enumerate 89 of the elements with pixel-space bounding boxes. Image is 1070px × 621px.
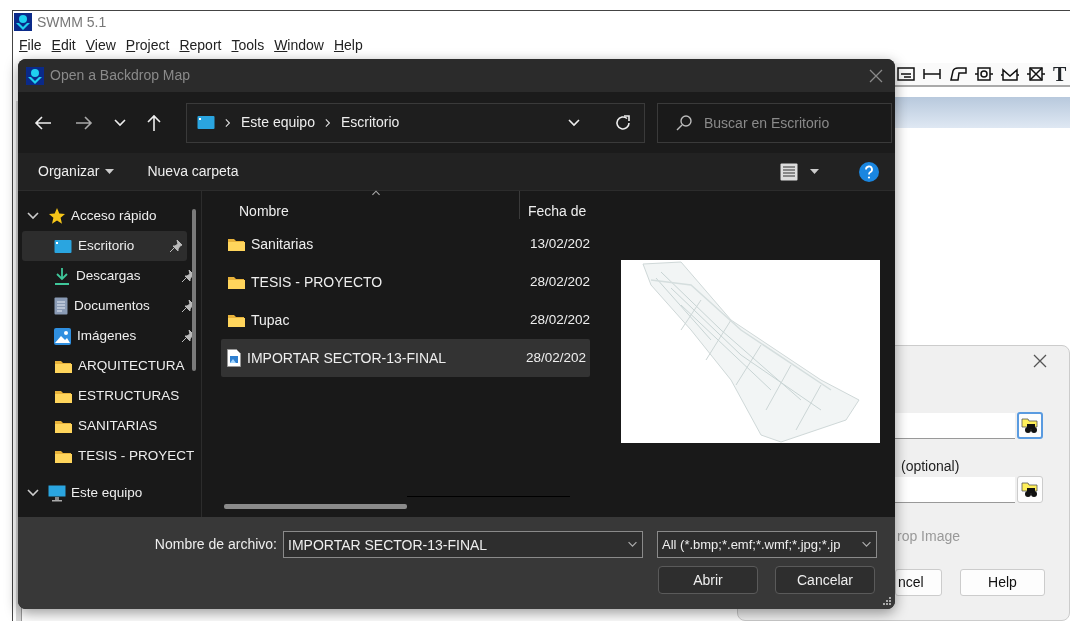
file-date: 13/02/202 <box>529 234 590 253</box>
column-header[interactable]: Nombre <box>239 200 528 222</box>
image-icon <box>54 327 71 345</box>
caret-icon <box>810 169 819 174</box>
file-date: 28/02/202 <box>526 348 587 367</box>
text-tool-button[interactable]: T <box>1053 64 1067 84</box>
help-icon[interactable] <box>859 161 879 182</box>
folder-binoculars-icon <box>1021 481 1039 498</box>
browse-button[interactable] <box>1017 412 1043 439</box>
nav-item[interactable]: ARQUITECTURA <box>22 351 199 381</box>
search-field[interactable]: Buscar en Escritorio <box>704 104 891 141</box>
file-date: 28/02/202 <box>529 272 590 291</box>
menu-item[interactable]: Tools <box>231 34 265 56</box>
menu-item[interactable]: File <box>19 34 42 56</box>
back-arrow-icon[interactable] <box>34 114 52 131</box>
file-name: Tupac <box>251 310 291 330</box>
search-box[interactable]: Buscar en Escritorio <box>657 102 892 143</box>
nav-item[interactable]: TESIS - PROYECT <box>22 441 199 471</box>
forward-arrow-icon[interactable] <box>75 114 93 131</box>
file-date: 28/02/202 <box>529 310 590 329</box>
app-logo-icon <box>26 66 44 85</box>
menu-item[interactable]: Report <box>179 34 222 56</box>
monitor-icon <box>48 484 66 502</box>
file-name: IMPORTAR SECTOR-13-FINAL <box>247 348 448 368</box>
chevron-down-icon <box>627 539 638 550</box>
menu-item[interactable]: Help <box>333 34 363 56</box>
chevron-down-icon <box>861 539 872 550</box>
help-button[interactable]: Help <box>960 569 1045 596</box>
menu-item[interactable]: Edit <box>51 34 76 56</box>
text-field[interactable] <box>895 412 1015 439</box>
menu-item[interactable]: Project <box>125 34 170 56</box>
view-options-button[interactable] <box>780 162 819 181</box>
folder-icon <box>227 312 245 328</box>
file-row[interactable]: Sanitarias 13/02/202 <box>221 225 590 263</box>
document-icon <box>54 297 68 315</box>
file-row[interactable]: Tupac 28/02/202 <box>221 301 590 339</box>
cancel-button[interactable]: Cancelar <box>775 566 875 594</box>
file-name: Sanitarias <box>251 234 315 254</box>
open-button[interactable]: Abrir <box>658 566 758 594</box>
menu-item[interactable]: Window <box>274 34 324 56</box>
file-type-dropdown[interactable]: All (*.bmp;*.emf;*.wmf;*.jpg;*.jp <box>657 531 877 558</box>
address-bar[interactable]: Este equipo Escritorio <box>186 102 645 143</box>
link-icon[interactable] <box>923 66 941 82</box>
file-row[interactable]: TESIS - PROYECTO 28/02/202 <box>221 263 590 301</box>
browse-button[interactable] <box>1017 476 1043 503</box>
organize-menu-button[interactable]: Organizar <box>38 161 115 182</box>
list-view-icon <box>780 162 798 181</box>
folder-icon <box>54 418 72 434</box>
resize-grip-icon <box>883 597 892 606</box>
menu-item[interactable]: View <box>85 34 116 56</box>
file-name: TESIS - PROYECTO <box>251 272 384 292</box>
field-label: (optional) <box>901 458 960 474</box>
refresh-icon[interactable] <box>614 113 632 132</box>
download-icon <box>54 267 70 285</box>
scrollbar[interactable] <box>192 209 196 371</box>
up-arrow-icon[interactable] <box>146 113 162 132</box>
folder-icon <box>227 236 245 252</box>
close-icon[interactable] <box>1033 354 1047 368</box>
nav-item[interactable]: Descargas <box>22 261 199 291</box>
nav-item[interactable]: SANITARIAS <box>22 411 199 441</box>
column-header[interactable]: Fecha de <box>528 200 587 222</box>
breadcrumb-item[interactable]: Escritorio <box>340 112 400 133</box>
checkbox-label: rop Image <box>897 528 961 544</box>
folder-icon <box>54 448 72 464</box>
nav-section[interactable]: Este equipo <box>22 478 199 508</box>
dialog-title: Open a Backdrop Map <box>50 66 191 85</box>
folder-binoculars-icon <box>1021 417 1039 434</box>
breadcrumb-item[interactable]: Este equipo <box>241 112 315 133</box>
cancel-button[interactable]: ncel <box>895 569 942 596</box>
search-icon <box>676 114 692 131</box>
window-title: SWMM 5.1 <box>37 12 107 32</box>
scrollbar[interactable] <box>224 504 407 509</box>
desktop-icon <box>197 115 215 130</box>
nav-item[interactable]: Escritorio <box>22 231 187 261</box>
folder-icon <box>54 388 72 404</box>
chevron-right-icon <box>223 117 233 128</box>
image-file-icon <box>227 349 241 367</box>
app-logo-icon <box>14 13 32 31</box>
close-icon[interactable] <box>869 68 883 83</box>
nav-item[interactable]: ESTRUCTURAS <box>22 381 199 411</box>
text-field[interactable] <box>895 476 1015 503</box>
nav-section[interactable]: Acceso rápido <box>22 201 199 231</box>
new-folder-button[interactable]: Nueva carpeta <box>147 161 239 182</box>
folder-icon <box>227 274 245 290</box>
folder-icon <box>54 358 72 374</box>
star-icon <box>48 207 66 225</box>
file-row[interactable]: IMPORTAR SECTOR-13-FINAL 28/02/202 <box>221 339 590 377</box>
desktop-icon <box>54 238 72 254</box>
field-label: Nombre de archivo: <box>154 535 277 554</box>
